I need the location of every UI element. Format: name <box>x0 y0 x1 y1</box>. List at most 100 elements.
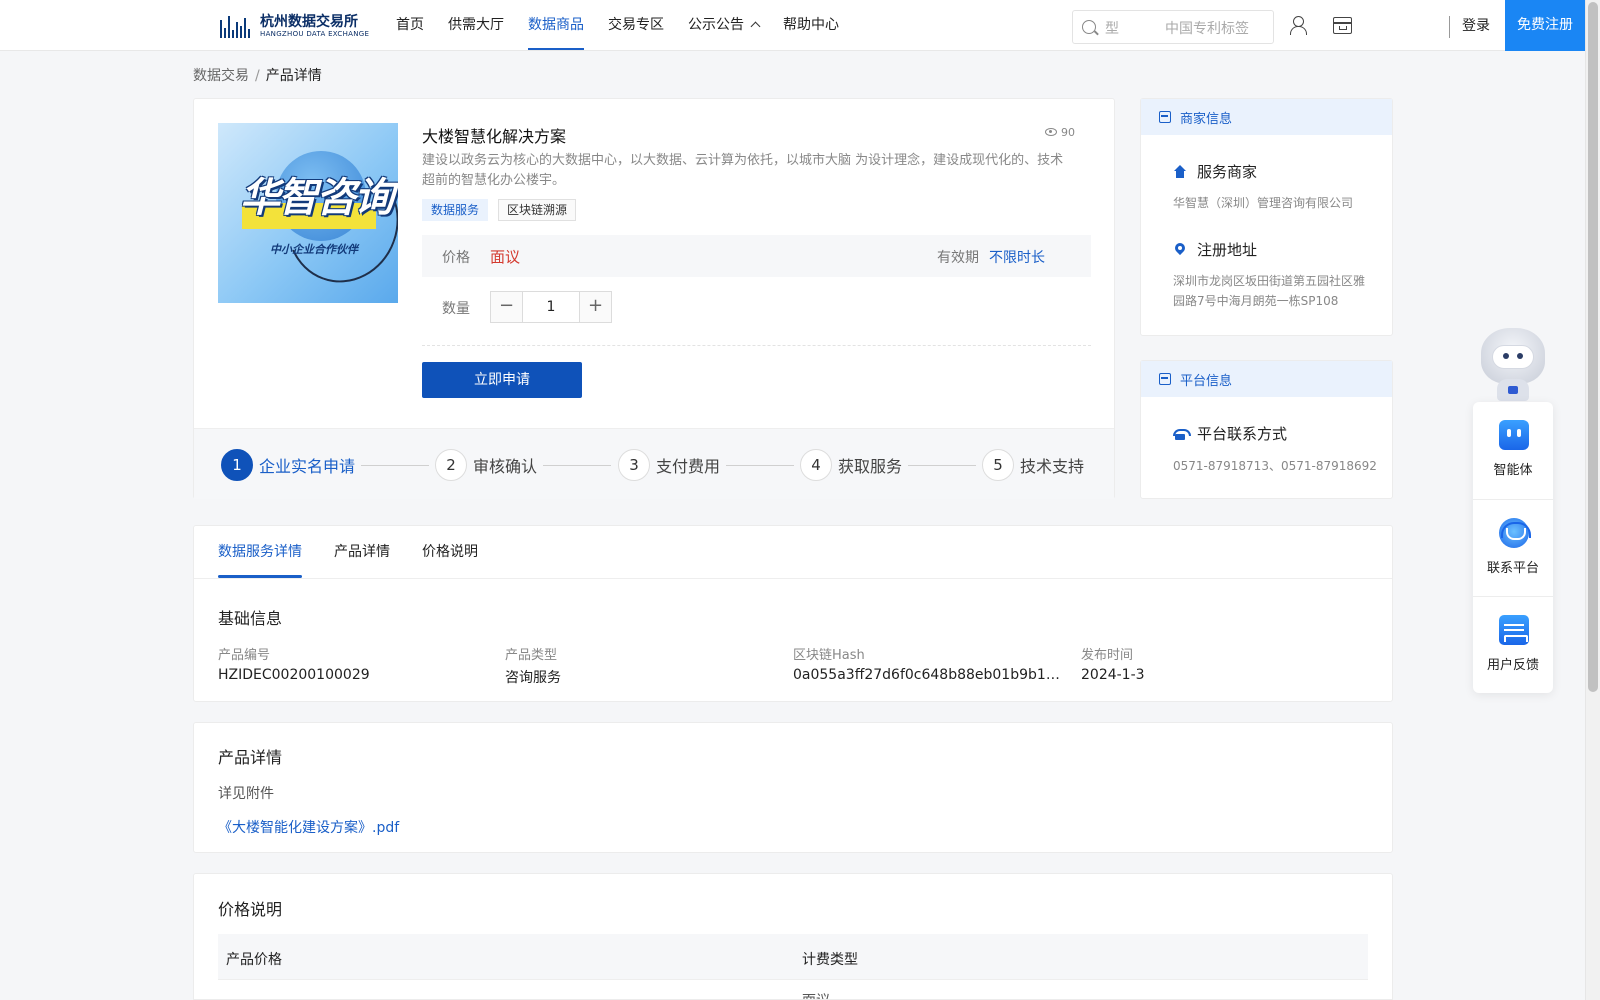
platform-contact-label: 平台联系方式 <box>1197 425 1288 443</box>
product-title: 大楼智慧化解决方案 <box>422 127 567 146</box>
step-number: 4 <box>800 449 832 481</box>
register-button[interactable]: 免费注册 <box>1505 0 1585 51</box>
registered-address-label: 注册地址 <box>1197 241 1258 259</box>
validity-value: 不限时长 <box>989 250 1045 266</box>
store-icon <box>1159 111 1171 123</box>
merchant-info-header: 商家信息 <box>1141 99 1392 135</box>
feedback-icon <box>1499 615 1529 645</box>
search-input-text: 型 <box>1105 21 1119 37</box>
service-details-card: 数据服务详情 产品详情 价格说明 基础信息 产品编号 HZIDEC0020010… <box>193 525 1393 702</box>
robot-mascot[interactable] <box>1473 325 1553 403</box>
nav-announcements-label: 公示公告 <box>688 17 744 33</box>
step-label: 企业实名申请 <box>259 457 356 476</box>
monitor-icon <box>1159 373 1171 385</box>
apply-button[interactable]: 立即申请 <box>422 362 582 398</box>
step-number: 1 <box>221 449 253 481</box>
logo-name: 杭州数据交易所 <box>260 14 358 30</box>
tab-product-details[interactable]: 产品详情 <box>334 526 390 578</box>
header-divider <box>1449 16 1450 38</box>
nav-data-products[interactable]: 数据商品 <box>528 0 584 50</box>
step-number: 3 <box>618 449 650 481</box>
price-info-card: 价格说明 产品价格 计费类型 面议 <box>193 873 1393 1000</box>
field-blockchain-hash: 区块链Hash 0a055a3ff27d6f0c648b88eb01b9b169… <box>793 644 1068 683</box>
merchant-info-card: 商家信息 服务商家 华智慧（深圳）管理咨询有限公司 注册地址 深圳市龙岗区坂田街… <box>1140 98 1393 336</box>
registered-address-title: 注册地址 <box>1173 239 1257 260</box>
step-number: 2 <box>435 449 467 481</box>
table-row: 面议 <box>218 980 1368 999</box>
tag-data-service: 数据服务 <box>422 199 489 221</box>
top-header: 杭州数据交易所 HANGZHOU DATA EXCHANGE 首页 供需大厅 数… <box>0 0 1585 51</box>
step-4: 4 获取服务 <box>800 449 977 481</box>
product-tags: 数据服务 区块链溯源 <box>422 199 586 221</box>
field-key: 产品编号 <box>218 648 271 663</box>
feedback-button[interactable]: 用户反馈 <box>1473 596 1553 693</box>
step-label: 支付费用 <box>656 457 721 476</box>
platform-contact-value: 0571-87918713、0571-87918692 <box>1173 459 1377 473</box>
home-icon <box>1173 164 1187 179</box>
field-key: 产品类型 <box>505 648 558 663</box>
nav-help-center[interactable]: 帮助中心 <box>783 0 839 50</box>
nav-announcements[interactable]: 公示公告 <box>688 0 761 50</box>
agent-button[interactable]: 智能体 <box>1473 402 1553 499</box>
service-merchant-title: 服务商家 <box>1173 161 1257 182</box>
price-table-header: 产品价格 计费类型 <box>218 934 1368 980</box>
headset-icon <box>1499 518 1531 548</box>
contact-platform-button[interactable]: 联系平台 <box>1473 499 1553 596</box>
field-product-type: 产品类型 咨询服务 <box>505 644 770 687</box>
search-placeholder: 中国专利标签 <box>1165 21 1249 37</box>
nav-home[interactable]: 首页 <box>396 0 424 50</box>
site-logo[interactable]: 杭州数据交易所 HANGZHOU DATA EXCHANGE <box>220 10 369 42</box>
merchant-info-title: 商家信息 <box>1180 111 1233 127</box>
quantity-input[interactable]: 1 <box>522 292 580 322</box>
basic-info-title: 基础信息 <box>218 609 283 628</box>
tab-service-details[interactable]: 数据服务详情 <box>218 526 302 578</box>
contact-platform-label: 联系平台 <box>1486 561 1539 576</box>
search-input[interactable]: 型 中国专利标签 <box>1072 10 1274 44</box>
platform-info-header: 平台信息 <box>1141 361 1392 397</box>
product-image: 华智咨询 中小企业合作伙伴 <box>218 123 398 303</box>
price-value: 面议 <box>490 248 521 266</box>
platform-info-title: 平台信息 <box>1180 373 1233 389</box>
tag-blockchain: 区块链溯源 <box>498 199 577 221</box>
scrollbar-thumb[interactable] <box>1588 2 1598 692</box>
platform-contact-title: 平台联系方式 <box>1173 423 1287 444</box>
step-number: 5 <box>982 449 1014 481</box>
breadcrumb-separator: / <box>255 68 260 84</box>
page-scrollbar[interactable] <box>1585 0 1600 1000</box>
view-count: 90 <box>1045 126 1075 139</box>
floating-toolbar: 智能体 联系平台 用户反馈 <box>1473 402 1553 693</box>
robot-icon <box>1499 420 1529 450</box>
feedback-label: 用户反馈 <box>1486 658 1539 673</box>
field-key: 区块链Hash <box>793 648 865 663</box>
shop-icon[interactable] <box>1333 17 1352 34</box>
field-value: HZIDEC00200100029 <box>218 667 370 683</box>
product-card: 华智咨询 中小企业合作伙伴 大楼智慧化解决方案 90 建设以政务云为核心的大数据… <box>193 98 1115 499</box>
tab-price-info[interactable]: 价格说明 <box>422 526 478 578</box>
breadcrumb: 数据交易 / 产品详情 <box>193 65 322 85</box>
product-image-subtitle: 中小企业合作伙伴 <box>270 243 358 256</box>
quantity-minus-button[interactable]: − <box>491 292 522 322</box>
breadcrumb-current: 产品详情 <box>265 68 322 84</box>
attachment-link[interactable]: 《大楼智能化建设方案》.pdf <box>218 817 399 837</box>
product-detail-title: 产品详情 <box>218 748 283 767</box>
field-value: 2024-1-3 <box>1081 667 1145 683</box>
product-detail-card: 产品详情 详见附件 《大楼智能化建设方案》.pdf <box>193 722 1393 853</box>
step-2: 2 审核确认 <box>435 449 612 481</box>
user-icon[interactable] <box>1289 16 1307 35</box>
login-link[interactable]: 登录 <box>1462 15 1490 35</box>
validity-label: 有效期 <box>937 250 979 266</box>
logo-subtitle: HANGZHOU DATA EXCHANGE <box>260 30 370 38</box>
registered-address-value: 深圳市龙岗区坂田街道第五园社区雅园路7号中海月朗苑一栋SP108 <box>1173 274 1366 308</box>
nav-supply-demand[interactable]: 供需大厅 <box>448 0 504 50</box>
product-detail-note: 详见附件 <box>218 786 274 802</box>
view-count-value: 90 <box>1061 126 1075 139</box>
field-value[interactable]: 0a055a3ff27d6f0c648b88eb01b9b169e91… <box>793 667 1068 683</box>
field-publish-date: 发布时间 2024-1-3 <box>1081 644 1346 683</box>
price-label: 价格 <box>442 250 470 266</box>
step-label: 获取服务 <box>838 457 903 476</box>
quantity-plus-button[interactable]: + <box>580 292 611 322</box>
nav-trade-zone[interactable]: 交易专区 <box>608 0 664 50</box>
field-key: 发布时间 <box>1081 648 1134 663</box>
breadcrumb-root[interactable]: 数据交易 <box>193 68 249 84</box>
chevron-up-icon <box>750 21 761 32</box>
